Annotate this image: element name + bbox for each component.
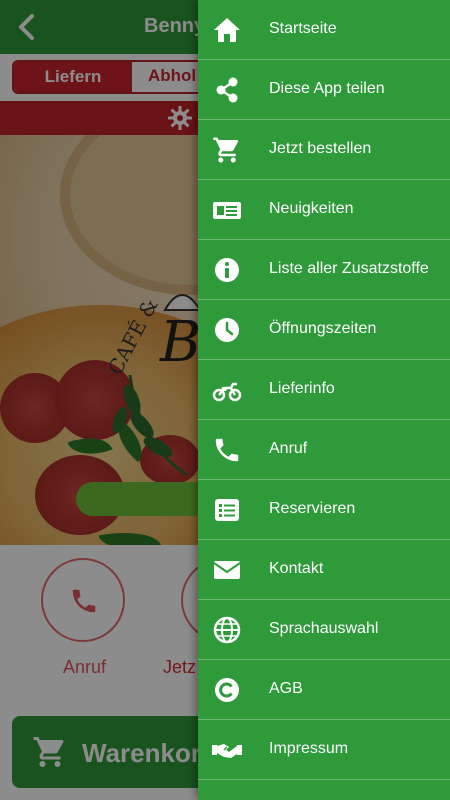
menu-item-order-now[interactable]: Jetzt bestellen <box>198 120 450 180</box>
info-icon <box>215 258 239 282</box>
menu-item-label: Impressum <box>269 740 349 757</box>
menu-item-label: Startseite <box>269 20 337 37</box>
globe-icon <box>213 616 241 644</box>
menu-item-terms[interactable]: AGB <box>198 660 450 720</box>
menu-item-label: Diese App teilen <box>269 80 385 97</box>
motorcycle-icon <box>212 382 242 402</box>
cart-icon <box>213 137 239 163</box>
menu-item-news[interactable]: Neuigkeiten <box>198 180 450 240</box>
menu-item-label: Reservieren <box>269 500 356 517</box>
menu-item-label: Öffnungszeiten <box>269 320 377 337</box>
menu-item-imprint[interactable]: Impressum <box>198 720 450 780</box>
menu-item-startseite[interactable]: Startseite <box>198 0 450 60</box>
menu-item-delivery-info[interactable]: Lieferinfo <box>198 360 450 420</box>
phone-icon <box>215 438 239 462</box>
menu-item-label: Lieferinfo <box>269 380 335 397</box>
copyright-icon <box>215 678 239 702</box>
menu-item-label: Liste aller Zusatzstoffe <box>269 260 429 277</box>
menu-item-language[interactable]: Sprachauswahl <box>198 600 450 660</box>
clock-icon <box>215 318 239 342</box>
menu-item-additives[interactable]: Liste aller Zusatzstoffe <box>198 240 450 300</box>
envelope-icon <box>213 561 241 579</box>
menu-item-label: Jetzt bestellen <box>269 140 372 157</box>
menu-item-call[interactable]: Anruf <box>198 420 450 480</box>
home-icon <box>214 18 240 42</box>
menu-item-contact[interactable]: Kontakt <box>198 540 450 600</box>
menu-item-label: Anruf <box>269 440 308 457</box>
menu-item-reserve[interactable]: Reservieren <box>198 480 450 540</box>
menu-item-label: Neuigkeiten <box>269 200 354 217</box>
share-icon <box>216 77 238 103</box>
newspaper-icon <box>213 202 241 219</box>
list-icon <box>215 499 239 521</box>
menu-item-label: Kontakt <box>269 560 324 577</box>
menu-item-opening-hours[interactable]: Öffnungszeiten <box>198 300 450 360</box>
menu-item-label: Sprachauswahl <box>269 620 379 637</box>
navigation-drawer: Startseite Diese App teilen Jetzt bestel… <box>198 0 450 800</box>
handshake-icon <box>212 744 242 758</box>
menu-item-label: AGB <box>269 680 303 697</box>
menu-item-share-app[interactable]: Diese App teilen <box>198 60 450 120</box>
